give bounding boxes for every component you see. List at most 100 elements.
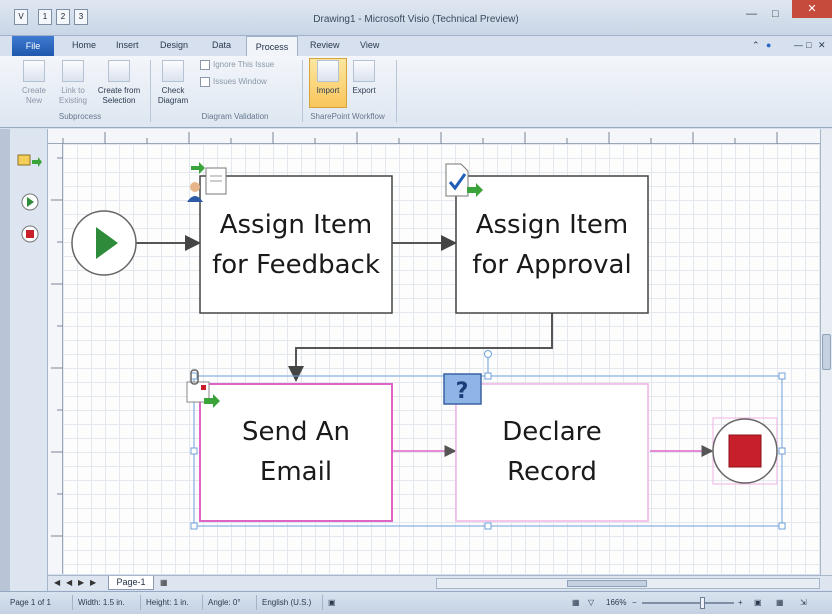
doc-minimize-icon[interactable]: — [794,40,803,50]
maximize-icon[interactable]: □ [772,8,779,20]
status-page[interactable]: Page 1 of 1 [10,598,51,607]
status-bar: Page 1 of 1 Width: 1.5 in. Height: 1 in.… [0,591,832,614]
drawing-canvas[interactable]: Assign Item for Feedback Assign Item for… [63,144,820,574]
status-separator [140,595,141,610]
check-diagram-button[interactable]: Check Diagram [154,60,192,106]
import-workflow-icon [317,60,339,82]
status-separator [72,595,73,610]
switch-windows-icon[interactable]: ⇲ [800,598,807,607]
zoom-level[interactable]: 166% [606,598,626,607]
ignore-icon [200,60,210,70]
assign-approval-line1: Assign Item [476,210,629,240]
link-existing-button[interactable]: Link to Existing [54,60,92,106]
status-separator [202,595,203,610]
send-email-line2: Email [260,457,332,487]
last-page-icon[interactable]: ▶ [90,578,96,587]
group-separator [396,60,397,122]
assign-approval-line2: for Approval [472,250,631,280]
zoom-out-icon[interactable]: − [632,598,637,607]
declare-record-line2: Record [507,457,597,487]
insert-page-icon[interactable]: ▦ [160,578,168,587]
fit-page-icon[interactable]: ▣ [754,598,762,607]
vertical-ruler [48,144,63,574]
group-label-sharepoint: SharePoint Workflow [310,112,385,121]
zoom-slider[interactable] [642,602,734,604]
group-label-subprocess: Subprocess [58,112,102,121]
help-icon[interactable]: ● [766,40,771,50]
tab-home[interactable]: Home [72,40,96,50]
assign-feedback-shape[interactable]: Assign Item for Feedback [199,175,393,314]
stop-square-icon [728,434,762,468]
window-title: Drawing1 - Microsoft Visio (Technical Pr… [313,14,519,25]
title-bar: V 1 2 3 Drawing1 - Microsoft Visio (Tech… [0,0,832,36]
tab-design[interactable]: Design [160,40,188,50]
zoom-in-icon[interactable]: + [738,598,743,607]
status-width: Width: 1.5 in. [78,598,125,607]
connector-approval-to-email[interactable] [288,313,553,382]
ribbon-minimize-icon[interactable]: ⌃ [752,40,760,51]
zoom-slider-thumb[interactable] [700,597,705,609]
start-shape-icon[interactable] [21,193,39,211]
send-email-shape[interactable]: Send An Email [199,383,393,522]
horizontal-ruler [48,129,820,144]
close-button[interactable]: ✕ [792,0,832,18]
rotation-handle[interactable] [484,350,492,374]
pan-zoom-icon[interactable]: ▦ [776,598,784,607]
issues-window-checkbox[interactable]: Issues Window [200,77,267,87]
export-button[interactable]: Export [346,60,382,96]
doc-restore-icon[interactable]: □ [806,40,811,50]
left-edge [0,129,10,591]
status-angle: Angle: 0° [208,598,241,607]
horizontal-scroll-thumb[interactable] [567,580,647,587]
assign-feedback-line1: Assign Item [220,210,373,240]
ribbon-body: Create New Link to Existing Create from … [0,56,832,128]
ribbon-tabs: File Home Insert Design Data Process Rev… [0,36,832,57]
link-icon [62,60,84,82]
selection-subprocess-icon [108,60,130,82]
question-mark-icon: ? [443,373,482,405]
horizontal-scrollbar[interactable] [436,578,820,589]
page-tab-bar: ◀ ◀ ▶ ▶ Page-1 ▦ [48,575,832,590]
tab-data[interactable]: Data [212,40,231,50]
status-language[interactable]: English (U.S.) [262,598,311,607]
page-tab[interactable]: Page-1 [108,576,154,590]
check-diagram-icon [162,60,184,82]
doc-close-icon[interactable]: ✕ [818,40,826,51]
tab-file[interactable]: File [12,36,54,56]
group-separator [150,60,151,122]
tab-review[interactable]: Review [310,40,340,50]
tab-view[interactable]: View [360,40,379,50]
vertical-scrollbar[interactable] [820,129,832,575]
export-workflow-icon [353,60,375,82]
minimize-icon[interactable]: — [746,8,757,20]
ignore-issue-button[interactable]: Ignore This Issue [200,60,274,70]
shapes-pane-icon[interactable] [17,154,42,167]
tab-process[interactable]: Process [246,36,298,57]
create-new-button[interactable]: Create New [16,60,52,106]
svg-text:?: ? [456,379,469,404]
stop-shape-icon[interactable] [21,225,39,243]
macro-record-icon[interactable]: ▣ [328,598,336,607]
status-separator [322,595,323,610]
vertical-scroll-thumb[interactable] [822,334,831,370]
group-label-validation: Diagram Validation [201,112,269,121]
presentation-icon[interactable]: ▽ [588,598,594,607]
assign-approval-shape[interactable]: Assign Item for Approval [455,175,649,314]
full-screen-icon[interactable]: ▦ [572,598,580,607]
send-email-line1: Send An [242,417,350,447]
prev-page-icon[interactable]: ◀ [66,578,72,587]
assign-feedback-line2: for Feedback [212,250,380,280]
declare-record-shape[interactable]: Declare Record [455,383,649,522]
start-shape[interactable] [71,210,137,276]
next-page-icon[interactable]: ▶ [78,578,84,587]
first-page-icon[interactable]: ◀ [54,578,60,587]
status-height: Height: 1 in. [146,598,189,607]
status-separator [256,595,257,610]
declare-record-line1: Declare [502,417,602,447]
checkbox-icon [200,77,210,87]
stop-shape[interactable] [712,417,778,485]
create-from-selection-button[interactable]: Create from Selection [94,60,144,106]
new-subprocess-icon [23,60,45,82]
tab-insert[interactable]: Insert [116,40,139,50]
import-button[interactable]: Import [310,60,346,96]
